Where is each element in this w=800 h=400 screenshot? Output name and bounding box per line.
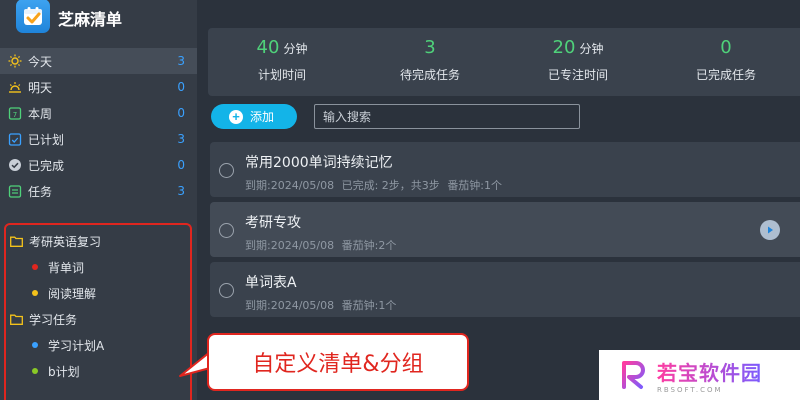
group-item[interactable]: 考研英语复习: [0, 228, 197, 254]
task-row[interactable]: 单词表A 到期:2024/05/08 番茄钟:1个: [210, 262, 800, 317]
site-watermark: 若宝软件园 RBSOFT.COM: [599, 350, 800, 400]
app-logo-icon: [16, 0, 50, 33]
svg-text:7: 7: [13, 111, 17, 119]
task-checkbox[interactable]: [219, 283, 234, 298]
group-name: 考研英语复习: [29, 234, 102, 249]
smart-list-nav: 今天 3 明天 0 7 本周 0 已计划 3 已完成 0 任务 3: [0, 48, 197, 204]
watermark-title: 若宝软件园: [657, 357, 762, 386]
nav-count: 3: [177, 54, 185, 68]
list-name: b计划: [48, 364, 80, 379]
nav-label: 本周: [28, 106, 53, 121]
task-pomodoro: 番茄钟:2个: [341, 239, 397, 252]
stat-value: 20: [552, 37, 576, 58]
task-due-date: 到期:2024/05/08: [245, 239, 335, 252]
list-item[interactable]: b计划: [0, 358, 197, 384]
nav-count: 0: [177, 80, 185, 94]
nav-item-completed[interactable]: 已完成 0: [0, 152, 197, 178]
sidebar: 芝麻清单 今天 3 明天 0 7 本周 0 已计划 3 已完成 0 任务 3 考…: [0, 0, 197, 400]
stat-completed-tasks: 0 已完成任务: [652, 28, 800, 83]
annotation-callout: 自定义清单&分组: [207, 333, 469, 391]
list-color-dot: [32, 264, 38, 270]
task-meta: 到期:2024/05/08 番茄钟:1个: [245, 297, 396, 313]
start-pomodoro-button[interactable]: [760, 220, 780, 240]
stat-label: 已专注时间: [547, 68, 608, 82]
custom-groups: 考研英语复习 背单词 阅读理解 学习任务 学习计划A b计划: [0, 228, 197, 384]
add-task-button[interactable]: + 添加: [211, 104, 297, 129]
folder-icon: [10, 236, 23, 247]
group-item[interactable]: 学习任务: [0, 306, 197, 332]
stat-value: 0: [720, 37, 732, 58]
nav-label: 任务: [28, 184, 53, 199]
nav-label: 已计划: [28, 132, 65, 147]
task-row[interactable]: 考研专攻 到期:2024/05/08 番茄钟:2个: [210, 202, 800, 257]
stat-label: 已完成任务: [695, 68, 756, 82]
calendar-week-icon: 7: [8, 106, 22, 120]
add-task-label: 添加: [250, 110, 275, 124]
nav-count: 3: [177, 132, 185, 146]
nav-count: 0: [177, 158, 185, 172]
group-name: 学习任务: [29, 312, 78, 327]
sunrise-icon: [8, 80, 22, 94]
task-progress: 已完成: 2步，共3步: [341, 179, 440, 192]
list-name: 学习计划A: [48, 338, 105, 353]
list-name: 背单词: [48, 260, 85, 275]
folder-icon: [10, 314, 23, 325]
app-brand: 芝麻清单: [16, 0, 122, 36]
nav-count: 3: [177, 184, 185, 198]
list-name: 阅读理解: [48, 286, 97, 301]
callout-text: 自定义清单&分组: [252, 352, 424, 377]
task-due-date: 到期:2024/05/08: [245, 179, 335, 192]
nav-item-tomorrow[interactable]: 明天 0: [0, 74, 197, 100]
nav-label: 明天: [28, 80, 53, 95]
watermark-logo-icon: [622, 361, 645, 389]
search-input[interactable]: [314, 104, 580, 129]
list-color-dot: [32, 342, 38, 348]
list-item[interactable]: 背单词: [0, 254, 197, 280]
task-pomodoro: 番茄钟:1个: [447, 179, 503, 192]
task-due-date: 到期:2024/05/08: [245, 299, 335, 312]
stat-unit: 分钟: [283, 42, 308, 56]
nav-item-today[interactable]: 今天 3: [0, 48, 197, 74]
stat-value: 3: [424, 37, 436, 58]
nav-count: 0: [177, 106, 185, 120]
task-title: 单词表A: [245, 275, 297, 291]
task-list: 常用2000单词持续记忆 到期:2024/05/08 已完成: 2步，共3步 番…: [210, 142, 800, 322]
play-icon: [768, 226, 773, 234]
list-color-dot: [32, 290, 38, 296]
stat-unit: 分钟: [579, 42, 604, 56]
task-meta: 到期:2024/05/08 番茄钟:2个: [245, 237, 396, 253]
list-item[interactable]: 学习计划A: [0, 332, 197, 358]
nav-item-planned[interactable]: 已计划 3: [0, 126, 197, 152]
nav-label: 今天: [28, 54, 53, 69]
task-title: 常用2000单词持续记忆: [245, 155, 393, 171]
list-item[interactable]: 阅读理解: [0, 280, 197, 306]
nav-item-tasks[interactable]: 任务 3: [0, 178, 197, 204]
sun-icon: [8, 54, 22, 68]
task-pomodoro: 番茄钟:1个: [341, 299, 397, 312]
check-circle-icon: [8, 158, 22, 172]
list-color-dot: [32, 368, 38, 374]
plus-icon: +: [229, 109, 243, 124]
stat-planned-time: 40 分钟 计划时间: [208, 28, 356, 83]
task-checkbox[interactable]: [219, 223, 234, 238]
task-title: 考研专攻: [245, 215, 301, 231]
task-list-icon: [8, 184, 22, 198]
stats-panel: 40 分钟 计划时间 3 待完成任务 20 分钟 已专注时间 0 已完成任务: [208, 28, 800, 96]
stat-label: 计划时间: [257, 68, 306, 82]
stat-value: 40: [256, 37, 280, 58]
calendar-check-icon: [8, 132, 22, 146]
stat-label: 待完成任务: [399, 68, 460, 82]
task-checkbox[interactable]: [219, 163, 234, 178]
task-row[interactable]: 常用2000单词持续记忆 到期:2024/05/08 已完成: 2步，共3步 番…: [210, 142, 800, 197]
nav-label: 已完成: [28, 158, 65, 173]
task-meta: 到期:2024/05/08 已完成: 2步，共3步 番茄钟:1个: [245, 177, 502, 193]
nav-item-this-week[interactable]: 7 本周 0: [0, 100, 197, 126]
watermark-url: RBSOFT.COM: [657, 385, 723, 394]
app-title: 芝麻清单: [58, 10, 123, 29]
stat-focused-time: 20 分钟 已专注时间: [504, 28, 652, 83]
stat-pending-tasks: 3 待完成任务: [356, 28, 504, 83]
